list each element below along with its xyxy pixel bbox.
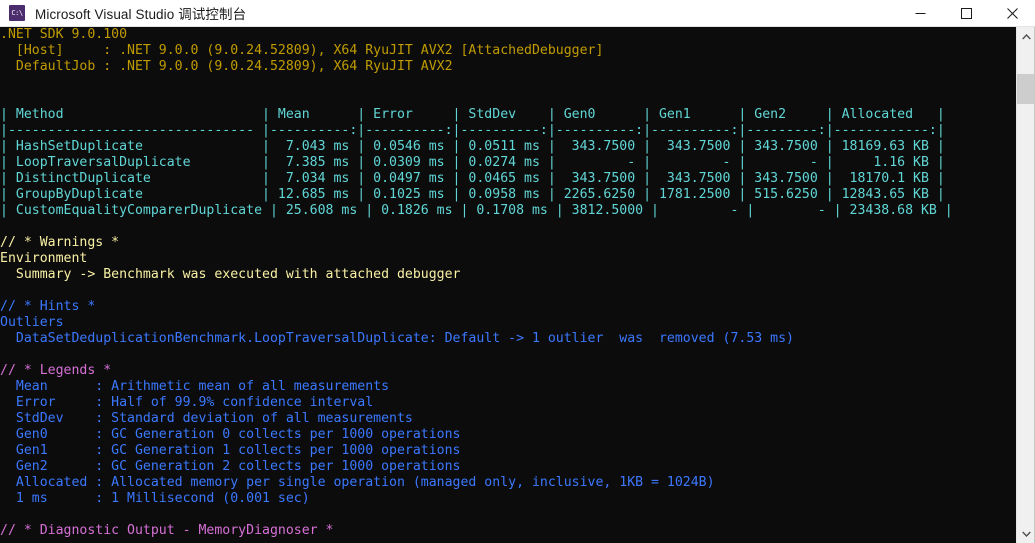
chevron-up-icon	[1022, 33, 1031, 39]
close-button[interactable]	[989, 0, 1035, 27]
legend-entry: 1 ms : 1 Millisecond (0.001 sec)	[0, 491, 310, 506]
legend-entry: Allocated : Allocated memory per single …	[0, 475, 715, 490]
scrollbar-thumb[interactable]	[1017, 74, 1035, 104]
table-row: | GroupByDuplicate | 12.685 ms | 0.1025 …	[0, 187, 945, 202]
close-icon	[1006, 7, 1018, 19]
warnings-header: // * Warnings *	[0, 235, 120, 250]
vertical-scrollbar[interactable]	[1016, 27, 1035, 543]
window-title: Microsoft Visual Studio 调试控制台	[35, 7, 247, 22]
console-app-icon: C:\	[9, 5, 25, 21]
legend-entry: Gen2 : GC Generation 2 collects per 1000…	[0, 459, 461, 474]
table-row: | CustomEqualityComparerDuplicate | 25.6…	[0, 203, 953, 218]
minimize-button[interactable]	[897, 0, 943, 27]
table-row: | DistinctDuplicate | 7.034 ms | 0.0497 …	[0, 171, 945, 186]
table-header-row: | Method | Mean | Error | StdDev | Gen0 …	[0, 107, 945, 122]
title-bar[interactable]: C:\ Microsoft Visual Studio 调试控制台	[0, 0, 1035, 27]
scrollbar-track[interactable]	[1017, 46, 1035, 524]
chevron-down-icon	[1022, 531, 1031, 537]
env-line: [Host] : .NET 9.0.0 (9.0.24.52809), X64 …	[0, 43, 604, 58]
legend-entry: Error : Half of 99.9% confidence interva…	[0, 395, 374, 410]
terminal-text: .NET SDK 9.0.100 [Host] : .NET 9.0.0 (9.…	[0, 27, 1016, 539]
table-row: | LoopTraversalDuplicate | 7.385 ms | 0.…	[0, 155, 945, 170]
maximize-icon	[960, 7, 972, 19]
diagnostic-header: // * Diagnostic Output - MemoryDiagnoser…	[0, 523, 334, 538]
legend-entry: Mean : Arithmetic mean of all measuremen…	[0, 379, 390, 394]
env-line: .NET SDK 9.0.100	[0, 27, 128, 42]
env-line: DefaultJob : .NET 9.0.0 (9.0.24.52809), …	[0, 59, 453, 74]
warnings-group: Environment	[0, 251, 88, 266]
table-separator-row: |------------------------------- |------…	[0, 123, 945, 138]
console-app-icon-glyph: C:\	[11, 8, 23, 17]
legend-entry: Gen0 : GC Generation 0 collects per 1000…	[0, 427, 461, 442]
maximize-button[interactable]	[943, 0, 989, 27]
legend-entry: Gen1 : GC Generation 1 collects per 1000…	[0, 443, 461, 458]
table-row: | HashSetDuplicate | 7.043 ms | 0.0546 m…	[0, 139, 945, 154]
minimize-icon	[915, 12, 925, 14]
scrollbar-down-button[interactable]	[1017, 524, 1035, 543]
legend-entry: StdDev : Standard deviation of all measu…	[0, 411, 413, 426]
console-window: C:\ Microsoft Visual Studio 调试控制台 .NET S…	[0, 0, 1035, 543]
legends-header: // * Legends *	[0, 363, 112, 378]
console-output-area[interactable]: .NET SDK 9.0.100 [Host] : .NET 9.0.0 (9.…	[0, 27, 1016, 543]
warnings-line: Summary -> Benchmark was executed with a…	[0, 267, 461, 282]
hints-line: DataSetDeduplicationBenchmark.LoopTraver…	[0, 331, 794, 346]
hints-header: // * Hints *	[0, 299, 96, 314]
scrollbar-up-button[interactable]	[1017, 27, 1035, 46]
hints-group: Outliers	[0, 315, 64, 330]
